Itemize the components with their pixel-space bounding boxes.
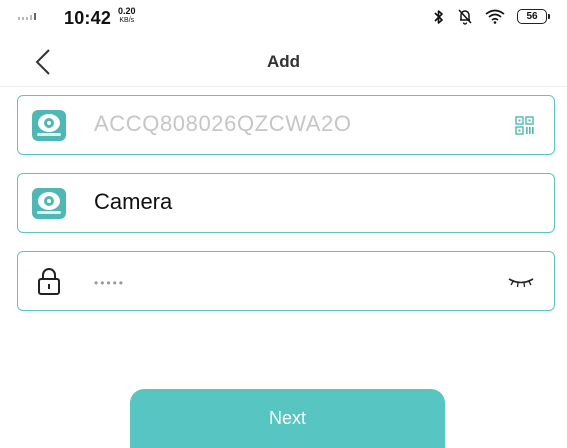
camera-icon xyxy=(32,110,66,141)
status-bar: 10:42 0.20 KB/s 56 xyxy=(0,0,567,36)
bell-muted-icon xyxy=(458,9,472,25)
signal-strength-icon xyxy=(18,13,36,20)
battery-level: 56 xyxy=(526,11,538,22)
password-field[interactable]: ••••• xyxy=(17,251,555,311)
password-value: ••••• xyxy=(94,276,126,290)
network-speed-value: 0.20 xyxy=(118,6,136,16)
header: Add xyxy=(0,40,567,84)
header-divider xyxy=(0,86,567,87)
device-name-field[interactable]: Camera xyxy=(17,173,555,233)
bluetooth-icon xyxy=(434,9,443,24)
device-id-value: ACCQ808026QZCWA2O xyxy=(94,111,352,136)
network-speed: 0.20 KB/s xyxy=(118,7,136,25)
wifi-icon xyxy=(485,9,505,24)
system-icons: 56 xyxy=(433,8,550,25)
status-time: 10:42 xyxy=(64,8,112,28)
battery-icon: 56 xyxy=(517,9,550,24)
qr-code-icon[interactable] xyxy=(515,116,534,135)
network-speed-unit: KB/s xyxy=(119,17,135,24)
next-button-label: Next xyxy=(268,408,306,428)
next-button[interactable]: Next xyxy=(130,389,445,448)
eye-closed-icon[interactable] xyxy=(508,276,534,288)
camera-icon xyxy=(32,188,66,219)
page-title: Add xyxy=(266,52,301,71)
device-id-field[interactable]: ACCQ808026QZCWA2O xyxy=(17,95,555,155)
device-name-value: Camera xyxy=(94,189,173,214)
lock-icon xyxy=(38,268,60,295)
